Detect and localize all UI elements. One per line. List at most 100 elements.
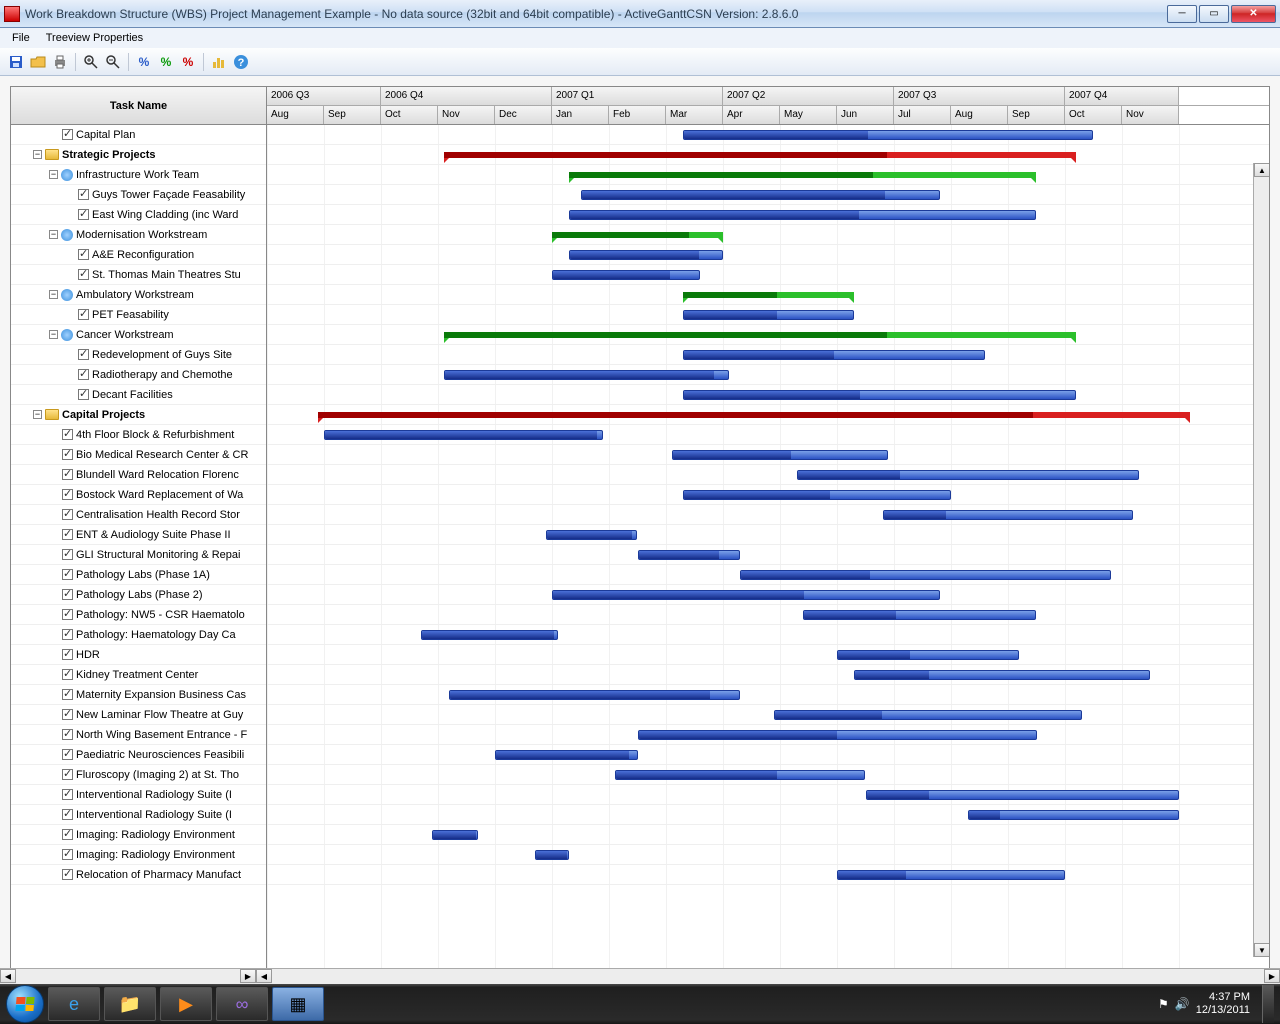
tray-clock[interactable]: 4:37 PM 12/13/2011 <box>1196 991 1250 1017</box>
task-row[interactable]: 4th Floor Block & Refurbishment <box>11 425 266 445</box>
scroll-down-icon[interactable]: ▼ <box>1254 943 1269 957</box>
scroll-left-icon[interactable]: ◀ <box>256 969 272 983</box>
show-desktop-button[interactable] <box>1262 985 1274 1023</box>
task-checkbox[interactable] <box>62 729 73 740</box>
task-row[interactable]: Imaging: Radiology Environment <box>11 825 266 845</box>
close-button[interactable]: ✕ <box>1231 5 1276 23</box>
task-row[interactable]: −Cancer Workstream <box>11 325 266 345</box>
task-bar[interactable] <box>883 510 1134 520</box>
task-checkbox[interactable] <box>78 209 89 220</box>
task-bar[interactable] <box>683 390 1076 400</box>
task-bar[interactable] <box>968 810 1179 820</box>
task-row[interactable]: Bostock Ward Replacement of Wa <box>11 485 266 505</box>
task-bar[interactable] <box>432 830 478 840</box>
summary-bar[interactable] <box>444 332 1077 338</box>
task-checkbox[interactable] <box>62 689 73 700</box>
task-checkbox[interactable] <box>62 429 73 440</box>
task-row[interactable]: East Wing Cladding (inc Ward <box>11 205 266 225</box>
task-checkbox[interactable] <box>62 669 73 680</box>
task-row[interactable]: Blundell Ward Relocation Florenc <box>11 465 266 485</box>
task-checkbox[interactable] <box>62 569 73 580</box>
task-checkbox[interactable] <box>62 789 73 800</box>
task-bar[interactable] <box>683 130 1093 140</box>
task-row[interactable]: Kidney Treatment Center <box>11 665 266 685</box>
task-row[interactable]: Paediatric Neurosciences Feasibili <box>11 745 266 765</box>
start-button[interactable] <box>6 985 44 1023</box>
task-checkbox[interactable] <box>62 709 73 720</box>
expand-icon[interactable]: − <box>33 410 42 419</box>
task-checkbox[interactable] <box>62 829 73 840</box>
task-checkbox[interactable] <box>62 589 73 600</box>
column-header-taskname[interactable]: Task Name <box>11 87 266 125</box>
print-icon[interactable] <box>50 52 70 72</box>
chart-horizontal-scrollbar[interactable]: ◀▶ <box>256 968 1280 984</box>
task-bar[interactable] <box>581 190 940 200</box>
tray-flag-icon[interactable]: ⚑ <box>1158 997 1169 1011</box>
task-row[interactable]: Interventional Radiology Suite (I <box>11 805 266 825</box>
task-checkbox[interactable] <box>78 189 89 200</box>
zoom-out-icon[interactable] <box>103 52 123 72</box>
scroll-right-icon[interactable]: ▶ <box>240 969 256 983</box>
task-checkbox[interactable] <box>62 509 73 520</box>
task-checkbox[interactable] <box>62 449 73 460</box>
task-bar[interactable] <box>854 670 1150 680</box>
task-bar[interactable] <box>683 350 985 360</box>
task-bar[interactable] <box>495 750 638 760</box>
task-checkbox[interactable] <box>78 309 89 320</box>
task-row[interactable]: A&E Reconfiguration <box>11 245 266 265</box>
summary-bar[interactable] <box>444 152 1077 158</box>
task-checkbox[interactable] <box>78 349 89 360</box>
task-row[interactable]: St. Thomas Main Theatres Stu <box>11 265 266 285</box>
task-row[interactable]: GLI Structural Monitoring & Repai <box>11 545 266 565</box>
percent-red-icon[interactable]: % <box>178 52 198 72</box>
taskbar-app-icon[interactable]: ▦ <box>272 987 324 1021</box>
task-checkbox[interactable] <box>62 629 73 640</box>
summary-bar[interactable] <box>569 172 1036 178</box>
taskbar-media-icon[interactable]: ▶ <box>160 987 212 1021</box>
save-icon[interactable] <box>6 52 26 72</box>
task-row[interactable]: Pathology: NW5 - CSR Haematolo <box>11 605 266 625</box>
task-row[interactable]: Imaging: Radiology Environment <box>11 845 266 865</box>
task-checkbox[interactable] <box>62 869 73 880</box>
summary-bar[interactable] <box>318 412 1190 418</box>
task-bar[interactable] <box>569 250 723 260</box>
task-row[interactable]: Decant Facilities <box>11 385 266 405</box>
task-tree[interactable]: Capital Plan−Strategic Projects−Infrastr… <box>11 125 266 973</box>
task-bar[interactable] <box>552 590 940 600</box>
taskbar-ie-icon[interactable]: e <box>48 987 100 1021</box>
task-row[interactable]: −Strategic Projects <box>11 145 266 165</box>
task-bar[interactable] <box>615 770 866 780</box>
expand-icon[interactable]: − <box>49 330 58 339</box>
task-bar[interactable] <box>683 310 854 320</box>
scroll-right-icon[interactable]: ▶ <box>1264 969 1280 983</box>
minimize-button[interactable]: ─ <box>1167 5 1197 23</box>
task-bar[interactable] <box>803 610 1037 620</box>
task-row[interactable]: Fluroscopy (Imaging 2) at St. Tho <box>11 765 266 785</box>
task-bar[interactable] <box>774 710 1082 720</box>
task-row[interactable]: Pathology Labs (Phase 1A) <box>11 565 266 585</box>
task-row[interactable]: New Laminar Flow Theatre at Guy <box>11 705 266 725</box>
task-bar[interactable] <box>552 270 700 280</box>
task-bar[interactable] <box>683 490 951 500</box>
task-bar[interactable] <box>740 570 1111 580</box>
maximize-button[interactable]: ▭ <box>1199 5 1229 23</box>
task-bar[interactable] <box>837 870 1065 880</box>
expand-icon[interactable]: − <box>49 170 58 179</box>
expand-icon[interactable]: − <box>33 150 42 159</box>
menu-treeview-properties[interactable]: Treeview Properties <box>38 30 151 46</box>
task-checkbox[interactable] <box>78 249 89 260</box>
chart-icon[interactable] <box>209 52 229 72</box>
tray-volume-icon[interactable]: 🔊 <box>1175 997 1190 1011</box>
task-row[interactable]: Redevelopment of Guys Site <box>11 345 266 365</box>
task-row[interactable]: Maternity Expansion Business Cas <box>11 685 266 705</box>
taskbar-explorer-icon[interactable]: 📁 <box>104 987 156 1021</box>
task-checkbox[interactable] <box>62 489 73 500</box>
task-row[interactable]: Interventional Radiology Suite (I <box>11 785 266 805</box>
expand-icon[interactable]: − <box>49 290 58 299</box>
task-bar[interactable] <box>535 850 569 860</box>
task-row[interactable]: PET Feasability <box>11 305 266 325</box>
task-checkbox[interactable] <box>62 469 73 480</box>
task-row[interactable]: Guys Tower Façade Feasability <box>11 185 266 205</box>
task-row[interactable]: Radiotherapy and Chemothe <box>11 365 266 385</box>
percent-green-icon[interactable]: % <box>156 52 176 72</box>
